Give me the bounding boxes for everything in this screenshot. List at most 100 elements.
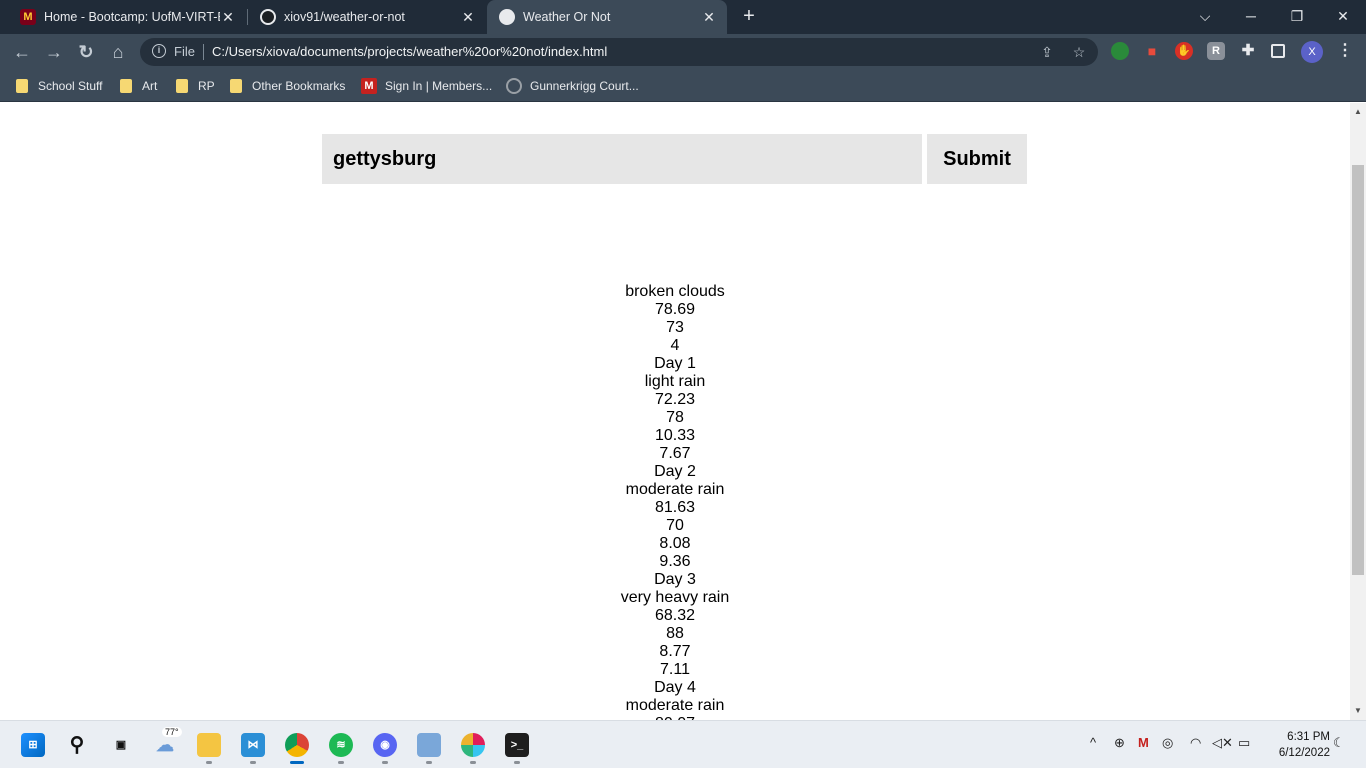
side-panel-icon[interactable] — [1271, 44, 1285, 58]
forecast-line: light rain — [644, 373, 706, 390]
page-scrollbar[interactable]: ▲ ▼ — [1350, 103, 1366, 720]
folder-icon — [120, 79, 132, 93]
scroll-up-arrow-icon[interactable]: ▲ — [1350, 105, 1366, 119]
bookmark-rp[interactable]: RP — [176, 77, 215, 95]
bookmark-label: Gunnerkrigg Court... — [530, 79, 639, 93]
folder-icon — [230, 79, 242, 93]
close-tab-icon[interactable]: ✕ — [460, 9, 476, 26]
system-clock[interactable]: 6:31 PM 6/12/2022 — [1262, 729, 1330, 761]
forecast-line: Day 1 — [654, 355, 696, 372]
bookmark-other-bookmarks[interactable]: Other Bookmarks — [230, 77, 345, 95]
forecast-line: 70 — [666, 517, 684, 534]
forecast-line: 68.32 — [654, 607, 696, 624]
forecast-line: 73 — [666, 319, 684, 336]
tab-github-repo[interactable]: xiov91/weather-or-not ✕ — [248, 0, 486, 34]
forecast-line: moderate rain — [625, 697, 725, 714]
reload-icon[interactable]: ↻ — [74, 40, 98, 64]
spotify-icon[interactable]: ≋ — [329, 733, 353, 757]
running-indicator — [426, 761, 432, 764]
extension-camera-icon[interactable]: ■ — [1143, 42, 1161, 60]
site-info-icon[interactable]: i — [152, 44, 166, 58]
running-indicator — [206, 761, 212, 764]
url-text[interactable]: C:/Users/xiova/documents/projects/weathe… — [212, 44, 607, 59]
page-viewport: gettysburg Submit broken clouds 78.69 73 4 D… — [0, 103, 1350, 720]
active-indicator — [290, 761, 304, 764]
forecast-results: broken clouds 78.69 73 4 Day 1 light rain 72.2… — [0, 283, 1350, 720]
bookmark-gunnerkrigg[interactable]: Gunnerkrigg Court... — [506, 77, 639, 95]
forecast-line: Day 2 — [654, 463, 696, 480]
bookmark-sign-in[interactable]: M Sign In | Members... — [361, 77, 492, 95]
show-hidden-icons-chevron-icon[interactable]: ^ — [1090, 735, 1096, 750]
discord-icon[interactable]: ◉ — [373, 733, 397, 757]
bookmark-label: Other Bookmarks — [252, 79, 346, 93]
bookmark-art[interactable]: Art — [120, 77, 157, 95]
file-explorer-icon[interactable] — [197, 733, 221, 757]
bookmark-school-stuff[interactable]: School Stuff — [16, 77, 103, 95]
forecast-line: 81.63 — [654, 499, 696, 516]
running-indicator — [470, 761, 476, 764]
browser-tab-strip: M Home - Bootcamp: UofM-VIRT-B ✕ xiov91/… — [0, 0, 1366, 34]
scheme-label: File — [174, 44, 195, 59]
discord-tray-icon[interactable]: ◎ — [1162, 735, 1173, 751]
search-icon[interactable]: ⚲ — [65, 733, 89, 757]
terminal-icon[interactable]: >_ — [505, 733, 529, 757]
photos-icon[interactable] — [417, 733, 441, 757]
extension-colorful-icon[interactable] — [1111, 42, 1129, 60]
task-view-icon[interactable]: ▣ — [109, 733, 133, 757]
scroll-down-arrow-icon[interactable]: ▼ — [1350, 704, 1366, 718]
bookmark-star-icon[interactable]: ☆ — [1070, 43, 1088, 61]
extensions-puzzle-icon[interactable]: ✚ — [1239, 42, 1257, 60]
mcafee-tray-icon[interactable]: M — [1138, 735, 1149, 750]
forward-arrow-icon[interactable]: → — [42, 40, 66, 64]
network-globe-icon[interactable]: ⊕ — [1114, 735, 1125, 751]
extension-adblock-icon[interactable]: ✋ — [1175, 42, 1193, 60]
new-tab-button[interactable]: + — [738, 5, 760, 27]
slack-icon[interactable] — [461, 733, 485, 757]
tab-weather-or-not[interactable]: Weather Or Not ✕ — [487, 0, 727, 34]
notifications-moon-icon[interactable]: ☾ — [1333, 735, 1345, 751]
wifi-icon[interactable]: ◠ — [1190, 735, 1201, 751]
tab-title: Home - Bootcamp: UofM-VIRT-B — [44, 10, 220, 24]
windows-start-icon[interactable]: ⊞ — [21, 733, 45, 757]
tab-bootcamp-home[interactable]: M Home - Bootcamp: UofM-VIRT-B ✕ — [0, 0, 246, 34]
running-indicator — [338, 761, 344, 764]
profile-avatar[interactable]: X — [1301, 41, 1323, 63]
forecast-line: 4 — [670, 337, 680, 354]
close-window-button[interactable]: ✕ — [1320, 0, 1366, 32]
city-search-input[interactable]: gettysburg — [322, 134, 922, 184]
close-tab-icon[interactable]: ✕ — [701, 9, 717, 26]
forecast-line: very heavy rain — [620, 589, 730, 606]
minimize-button[interactable]: ─ — [1228, 0, 1274, 32]
home-icon[interactable]: ⌂ — [106, 40, 130, 64]
forecast-line: 7.67 — [659, 445, 691, 462]
forecast-line: Day 4 — [654, 679, 696, 696]
folder-icon — [16, 79, 28, 93]
tab-search-chevron-icon[interactable]: ⌵ — [1182, 0, 1228, 32]
chrome-icon[interactable] — [285, 733, 309, 757]
mcafee-icon: M — [361, 78, 377, 94]
scroll-thumb[interactable] — [1352, 165, 1364, 575]
omnibox-divider — [203, 44, 204, 60]
forecast-line: Day 3 — [654, 571, 696, 588]
extension-r-icon[interactable]: R — [1207, 42, 1225, 60]
back-arrow-icon[interactable]: ← — [10, 40, 34, 64]
bookmark-label: School Stuff — [38, 79, 103, 93]
address-bar[interactable]: i File C:/Users/xiova/documents/projects… — [140, 38, 1098, 66]
bookmarks-bar: School Stuff Art RP Other Bookmarks M Si… — [0, 70, 1366, 102]
bookmark-label: Art — [142, 79, 158, 93]
weather-temp-badge: 77° — [162, 727, 182, 737]
share-icon[interactable]: ⇪ — [1038, 43, 1056, 61]
forecast-line: 88 — [666, 625, 684, 642]
vscode-icon[interactable]: ⋈ — [241, 733, 265, 757]
submit-button[interactable]: Submit — [927, 134, 1027, 184]
close-tab-icon[interactable]: ✕ — [220, 9, 236, 26]
running-indicator — [382, 761, 388, 764]
forecast-line: broken clouds — [625, 283, 725, 300]
folder-icon — [176, 79, 188, 93]
battery-icon[interactable]: ▭ — [1238, 735, 1250, 751]
forecast-line: 10.33 — [654, 427, 696, 444]
chrome-menu-icon[interactable]: ⋮ — [1336, 42, 1354, 60]
speaker-muted-icon[interactable]: ◁✕ — [1212, 735, 1233, 751]
forecast-line: 72.23 — [654, 391, 696, 408]
restore-button[interactable]: ❐ — [1274, 0, 1320, 32]
